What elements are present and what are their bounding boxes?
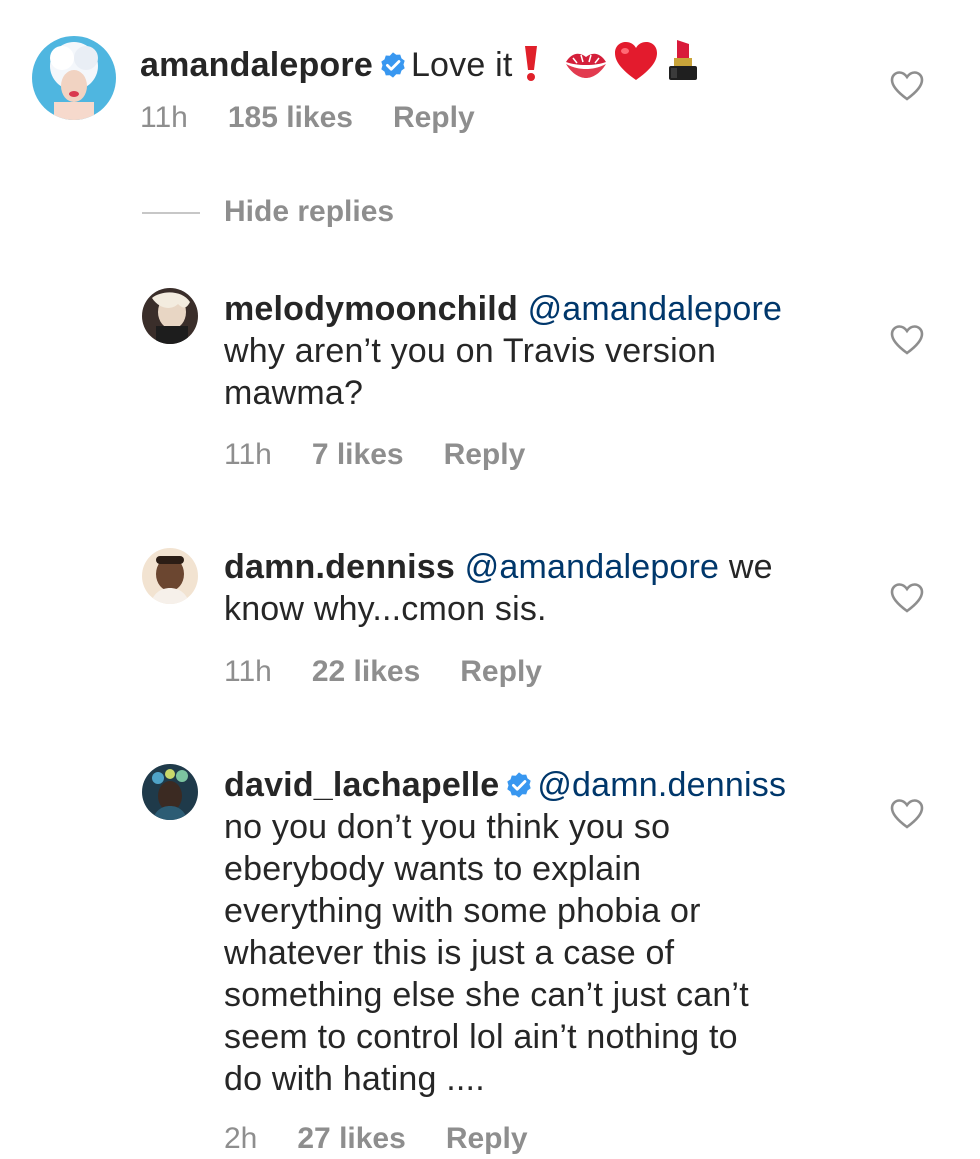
hide-replies-label: Hide replies [224,195,395,228]
like-heart-icon[interactable] [890,582,924,614]
red-heart-icon [613,40,659,82]
reply-button[interactable]: Reply [446,1122,528,1155]
username[interactable]: david_lachapelle [224,766,499,804]
username[interactable]: melodymoonchild [224,290,518,328]
reply-body: we [728,548,773,586]
timestamp: 2h [224,1122,258,1155]
red-exclamation-icon [521,44,541,82]
comment-meta: 2h 27 likes Reply [224,1121,568,1157]
like-heart-icon[interactable] [890,324,924,356]
reply-body-line: eberybody wants to explain [224,850,642,888]
avatar[interactable] [142,764,198,820]
avatar[interactable] [142,548,198,604]
kiss-mark-icon [563,46,609,82]
reply-button[interactable]: Reply [444,438,526,471]
comment-meta: 11h 22 likes Reply [224,654,582,690]
reply-body-line: seem to control lol ain’t nothing to [224,1018,738,1056]
reply-button[interactable]: Reply [460,655,542,688]
avatar[interactable] [142,288,198,344]
mention-link[interactable]: @amandalepore [465,548,720,586]
comment-meta: 11h 185 likes Reply [140,100,515,136]
mention-link[interactable]: @amandalepore [528,290,783,328]
likes-count[interactable]: 22 likes [312,655,420,688]
verified-badge-icon [505,771,533,799]
mention-link[interactable]: @damn.denniss [537,766,786,804]
like-heart-icon[interactable] [890,798,924,830]
likes-count[interactable]: 27 likes [297,1122,405,1155]
username[interactable]: amandalepore [140,46,373,84]
reply-body-line: why aren’t you on Travis version [224,332,717,370]
likes-count[interactable]: 185 likes [228,101,353,134]
reply-text: damn.denniss @amandalepore we know why..… [224,546,773,630]
avatar[interactable] [32,36,116,120]
timestamp: 11h [140,101,188,134]
reply-button[interactable]: Reply [393,101,475,134]
reply-text: david_lachapelle @damn.denniss no you don… [224,764,786,1100]
comment-body: Love it [410,46,513,84]
reply-body-line: something else she can’t just can’t [224,976,749,1014]
reply-body-line: mawma? [224,374,364,412]
comment-meta: 11h 7 likes Reply [224,437,565,473]
reply-body-line: know why...cmon sis. [224,590,547,628]
reply-body-line: no you don’t you think you so [224,808,671,846]
reply-body-line: do with hating .... [224,1060,485,1098]
username[interactable]: damn.denniss [224,548,455,586]
reply-text: melodymoonchild @amandalepore why aren’t… [224,288,782,414]
verified-badge-icon [379,51,407,79]
lipstick-icon [665,36,701,82]
like-heart-icon[interactable] [890,70,924,102]
comment-text: amandalepore Love it [140,36,701,86]
reply-body-line: everything with some phobia or [224,892,701,930]
reply-body-line: whatever this is just a case of [224,934,675,972]
divider-line [142,212,200,215]
likes-count[interactable]: 7 likes [312,438,404,471]
hide-replies-button[interactable]: Hide replies [142,192,394,232]
timestamp: 11h [224,655,272,688]
timestamp: 11h [224,438,272,471]
